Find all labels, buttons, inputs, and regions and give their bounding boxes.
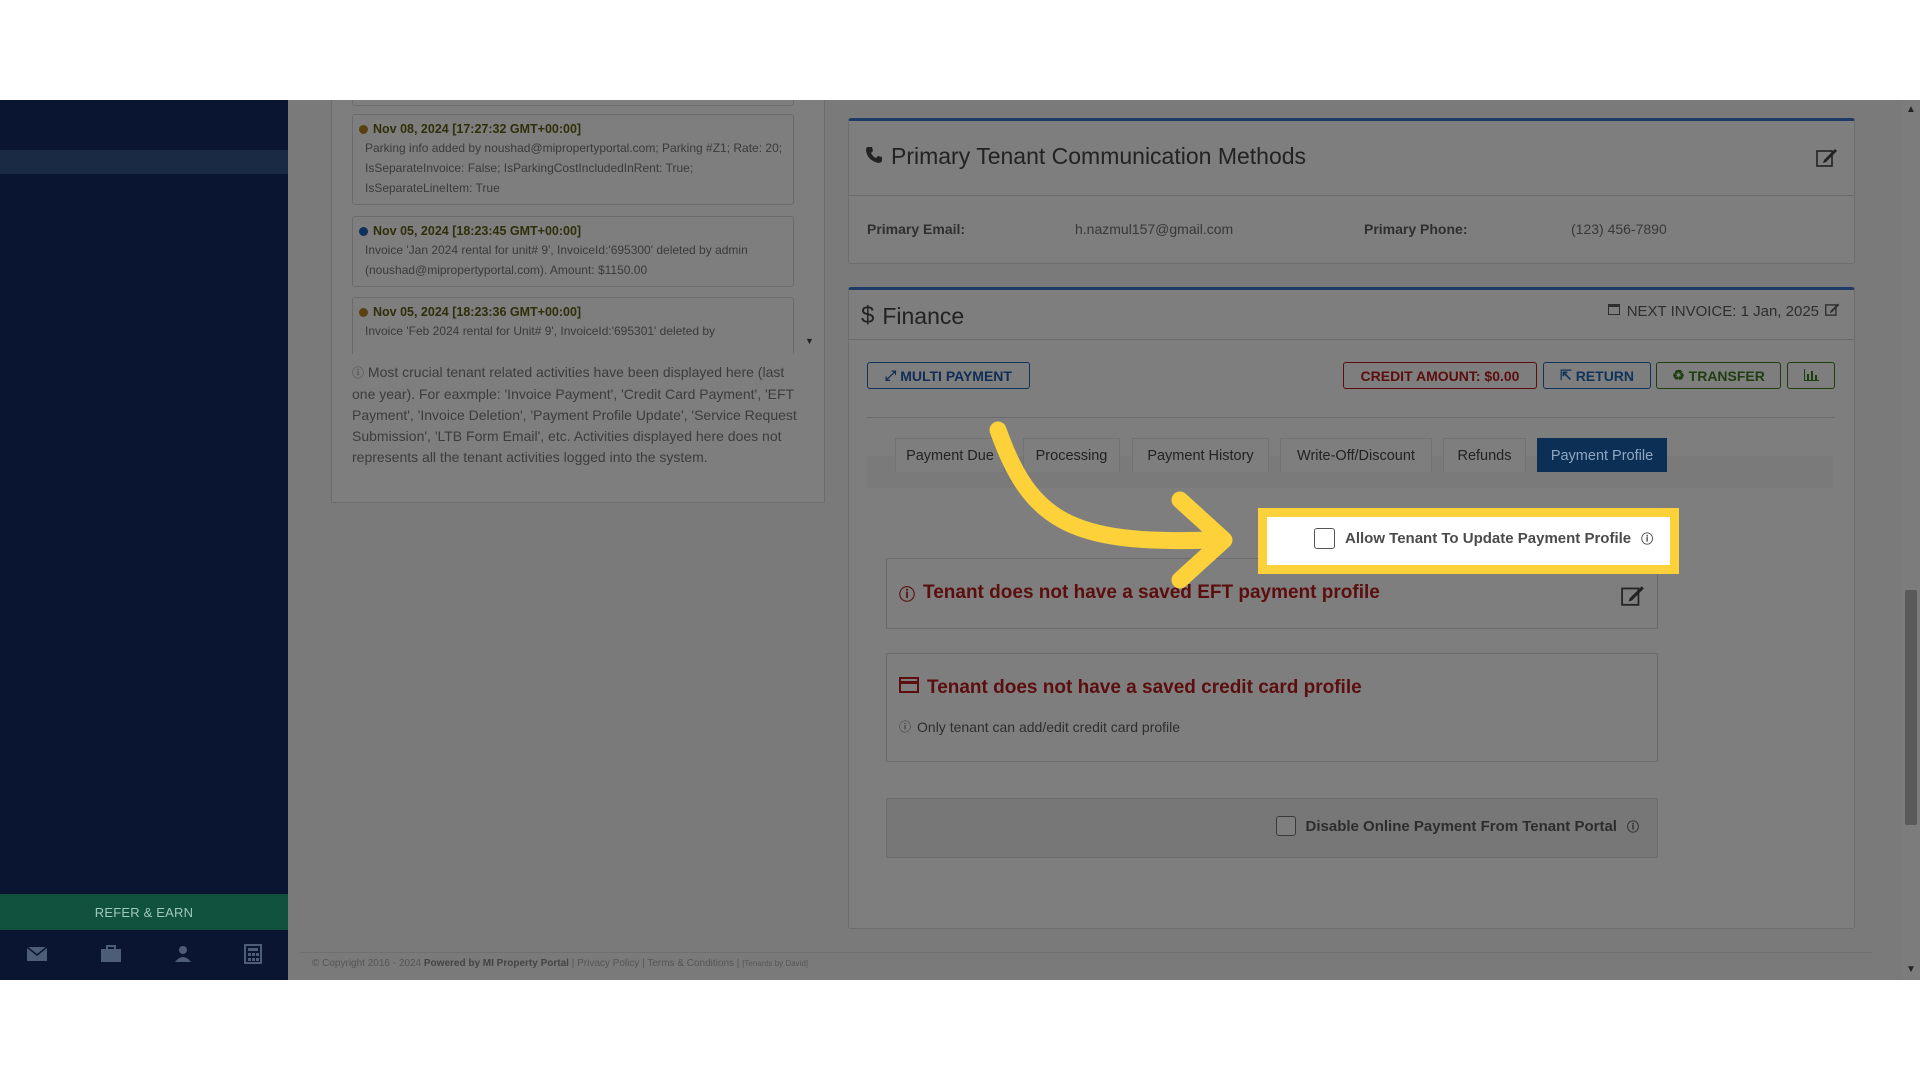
external-link-icon: ⇱ [1559,367,1572,383]
info-icon: ⓘ [899,720,912,734]
activity-time: Nov 05, 2024 [18:23:36 GMT+00:00] [373,305,582,319]
list-item: Nov 05, 2024 [18:23:36 GMT+00:00] Invoic… [352,297,794,354]
credit-amount-button[interactable]: CREDIT AMOUNT: $0.00 [1343,362,1537,389]
communication-panel: Primary Tenant Communication Methods Pri… [848,118,1855,264]
email-value: h.nazmul157@gmail.com [1075,221,1234,237]
finance-title: Finance [882,302,965,329]
transfer-label: TRANSFER [1688,367,1765,384]
cc-note: ⓘ Only tenant can add/edit credit card p… [899,718,1180,735]
disable-online-checkbox[interactable] [1275,816,1296,836]
tab-payment-profile[interactable]: Payment Profile [1537,438,1667,472]
copyright-text: © Copyright 2016 - 2024 [312,958,422,969]
activity-list[interactable]: Nov 08, 2024 [17:27:32 GMT+00:00] Parkin… [352,100,802,354]
footer-divider [300,952,1872,953]
info-icon: ⓘ [899,587,916,604]
powered-by-link[interactable]: Powered by MI Property Portal [424,958,569,969]
credit-card-icon [899,677,919,699]
activity-panel: Nov 08, 2024 [17:27:32 GMT+00:00] Parkin… [331,100,825,503]
activity-text: Invoice 'Jan 2024 rental for unit# 9', I… [365,243,748,277]
app-frame: REFER & EARN Nov 08, 2024 [17:27:32 GMT+… [0,100,1920,980]
status-dot [359,226,368,236]
envelope-icon[interactable] [26,945,48,967]
phone-label: Primary Phone: [1364,221,1468,237]
cc-note-text: Only tenant can add/edit credit card pro… [917,718,1181,735]
scroll-up-icon[interactable]: ▲ [1906,104,1916,115]
activity-time: Nov 05, 2024 [18:23:45 GMT+00:00] [373,224,582,238]
scrollbar[interactable]: ▲ ▼ [1902,100,1920,980]
highlight-allow-update: Allow Tenant To Update Payment Profile ⓘ [1258,508,1679,574]
edit-icon[interactable] [1816,147,1838,172]
status-dot [359,124,368,134]
tab-write-off-discount[interactable]: Write-Off/Discount [1280,438,1432,472]
info-icon: ⓘ [352,366,365,380]
status-dot [359,307,368,317]
edit-icon[interactable] [1825,302,1840,320]
email-label: Primary Email: [867,221,966,237]
return-button[interactable]: ⇱ RETURN [1543,362,1651,389]
credit-amount-label: CREDIT AMOUNT: $0.00 [1360,367,1520,384]
list-item: Nov 08, 2024 [17:27:32 GMT+00:00] Parkin… [352,114,794,205]
divider [849,339,1854,340]
cc-profile-box: Tenant does not have a saved credit card… [886,653,1658,762]
activity-note-text: Most crucial tenant related activities h… [352,364,797,465]
next-invoice: NEXT INVOICE: 1 Jan, 2025 [1607,302,1840,320]
eft-message-text: Tenant does not have a saved EFT payment… [923,582,1380,603]
user-icon[interactable] [174,945,192,968]
return-label: RETURN [1575,367,1635,384]
dollar-icon: $ [861,302,875,329]
allow-update-checkbox[interactable] [1314,528,1335,549]
activity-note: ⓘ Most crucial tenant related activities… [352,362,802,468]
divider [867,417,1835,418]
transfer-button[interactable]: ♻ TRANSFER [1656,362,1781,389]
disable-online-label: Disable Online Payment From Tenant Porta… [1305,817,1617,835]
scroll-down-icon[interactable]: ▼ [805,336,814,346]
info-icon: ⓘ [1641,532,1654,546]
cc-message: Tenant does not have a saved credit card… [899,677,1362,699]
disable-online-box: Disable Online Payment From Tenant Porta… [886,798,1658,858]
activity-text: Parking info added by noushad@miproperty… [365,141,783,195]
phone-value: (123) 456-7890 [1571,221,1667,237]
activity-time: Nov 08, 2024 [17:27:32 GMT+00:00] [373,122,582,136]
sidebar-active-item[interactable] [0,150,288,174]
tenants-by-text: [Tenants by David] [742,959,808,968]
panel-title: $ Finance [861,302,964,330]
expand-icon: ⤢ [885,367,897,383]
edit-icon[interactable] [1621,584,1645,611]
divider [849,195,1854,196]
multi-payment-label: MULTI PAYMENT [900,367,1012,384]
terms-link[interactable]: Terms & Conditions [647,958,734,969]
tab-payment-due[interactable]: Payment Due [895,438,1005,472]
tab-payment-history[interactable]: Payment History [1132,438,1269,472]
cc-message-text: Tenant does not have a saved credit card… [927,677,1362,698]
panel-title: Primary Tenant Communication Methods [865,143,1306,170]
sidebar: REFER & EARN [0,100,288,980]
recycle-icon: ♻ [1672,367,1685,383]
multi-payment-button[interactable]: ⤢ MULTI PAYMENT [867,362,1030,389]
sidebar-bottom-icons [0,932,288,980]
list-item [352,100,794,106]
tab-refunds[interactable]: Refunds [1443,438,1526,472]
communication-title: Primary Tenant Communication Methods [891,143,1307,169]
scroll-down-icon[interactable]: ▼ [1906,964,1916,975]
next-invoice-text: NEXT INVOICE: 1 Jan, 2025 [1626,302,1819,320]
chart-button[interactable] [1787,362,1835,389]
disable-online-option: Disable Online Payment From Tenant Porta… [1275,816,1639,836]
info-icon: ⓘ [1626,819,1639,834]
calculator-icon[interactable] [244,943,262,969]
list-item: Nov 05, 2024 [18:23:45 GMT+00:00] Invoic… [352,216,794,287]
allow-update-label: Allow Tenant To Update Payment Profile [1345,530,1632,547]
calendar-icon [1607,302,1621,320]
briefcase-icon[interactable] [100,944,122,968]
refer-earn-button[interactable]: REFER & EARN [0,894,288,930]
activity-text: Invoice 'Feb 2024 rental for Unit# 9', I… [365,324,716,338]
phone-icon [865,143,883,170]
scroll-thumb[interactable] [1905,590,1917,825]
tab-processing[interactable]: Processing [1023,438,1120,472]
bar-chart-icon [1803,368,1819,384]
eft-message: ⓘ Tenant does not have a saved EFT payme… [899,581,1380,605]
privacy-link[interactable]: Privacy Policy [577,958,639,969]
allow-update-option: Allow Tenant To Update Payment Profile ⓘ [1314,528,1653,549]
footer: © Copyright 2016 - 2024 Powered by MI Pr… [312,958,808,969]
